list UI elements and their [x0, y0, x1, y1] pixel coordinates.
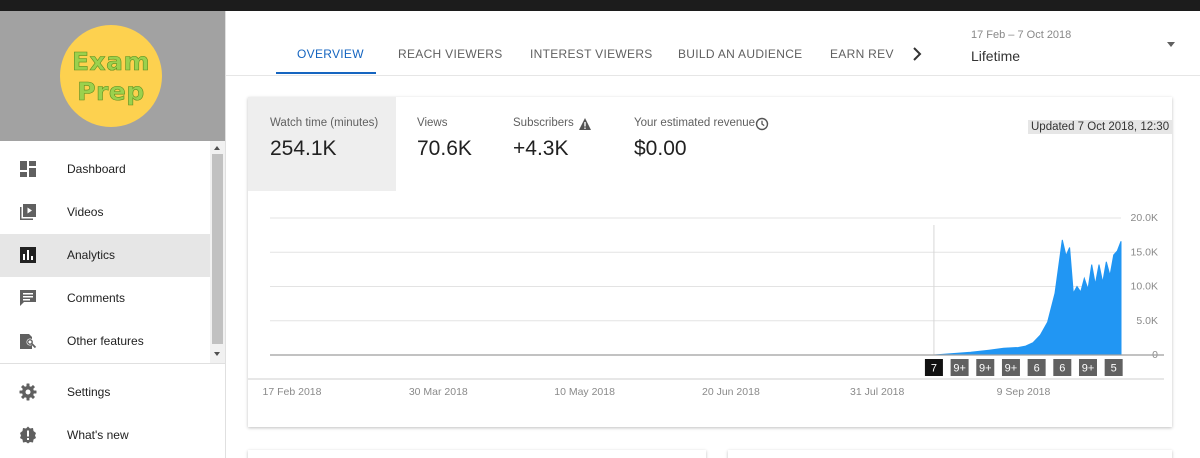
sidebar-item-label: Comments: [67, 291, 126, 305]
chart-svg: 20.0K15.0K10.0K5.0K017 Feb 2018 30 Mar 20…: [248, 212, 1164, 398]
metric-watch-time[interactable]: Watch time (minutes) 254.1K: [248, 97, 396, 191]
window-top-bar: [0, 0, 1200, 11]
event-marker-label: 9+: [1005, 363, 1018, 375]
x-tick-label: 20 Jun 2018: [702, 386, 760, 398]
tab-interest-viewers[interactable]: INTEREST VIEWERS: [530, 47, 653, 61]
event-marker-label: 7: [931, 363, 937, 375]
tab-build-an-audience[interactable]: BUILD AN AUDIENCE: [678, 47, 802, 61]
metric-estimated-revenue[interactable]: Your estimated revenue $0.00: [616, 97, 796, 191]
comment-icon: [20, 290, 36, 306]
event-marker-label: 9+: [979, 363, 992, 375]
sidebar-item-whats-new[interactable]: What's new: [0, 414, 210, 457]
metric-value: +4.3K: [513, 137, 569, 160]
tab-earn-revenue[interactable]: EARN REVE: [830, 40, 894, 61]
channel-logo[interactable]: Exam Prep: [60, 25, 162, 127]
overview-card: Watch time (minutes) 254.1K Views 70.6K …: [248, 97, 1173, 427]
tabs-divider: [226, 75, 1200, 76]
event-marker-label: 6: [1034, 363, 1040, 375]
x-tick-label: 31 Jul 2018: [850, 386, 904, 398]
y-tick-label: 5.0K: [1136, 315, 1158, 327]
event-marker-label: 5: [1111, 363, 1117, 375]
sidebar-item-label: Settings: [67, 385, 111, 399]
watch-time-chart: 20.0K 15.0K 10.0K 5.0K 0 17 Feb 2018 30 Mar 20…: [248, 197, 1172, 407]
sidebar-item-settings[interactable]: Settings: [0, 371, 210, 414]
dashboard-icon: [20, 161, 36, 177]
gear-icon: [19, 383, 37, 401]
metric-value: 70.6K: [417, 137, 472, 160]
event-marker-label: 9+: [953, 363, 966, 375]
sidebar-item-dashboard[interactable]: Dashboard: [0, 148, 210, 191]
active-tab-indicator: [276, 72, 376, 74]
alert-badge-icon: [20, 426, 36, 444]
sidebar-item-videos[interactable]: Videos: [0, 191, 210, 234]
sidebar-item-analytics[interactable]: Analytics: [0, 234, 210, 277]
metric-label: Your estimated revenue: [634, 117, 756, 129]
chevron-right-icon[interactable]: [910, 46, 924, 62]
sidebar-scrollbar-thumb[interactable]: [212, 154, 223, 344]
y-tick-label: 10.0K: [1131, 281, 1158, 293]
sidebar-item-label: Other features: [67, 334, 144, 348]
sidebar-item-other-features[interactable]: Other features: [0, 320, 210, 363]
video-library-icon: [20, 204, 36, 220]
sidebar-divider: [0, 363, 225, 364]
sidebar-item-label: Dashboard: [67, 162, 126, 176]
logo-text-line1: Exam: [71, 47, 151, 77]
metric-label: Watch time (minutes): [270, 117, 379, 129]
x-tick-label: 17 Feb 2018: [263, 386, 322, 398]
tab-reach-viewers[interactable]: REACH VIEWERS: [398, 47, 503, 61]
y-tick-label: 20.0K: [1131, 212, 1158, 224]
metric-label: Views: [417, 117, 448, 129]
sidebar: Exam Prep Dashboard Videos Analytics Com…: [0, 11, 226, 458]
event-marker-label: 9+: [1082, 363, 1095, 375]
y-tick-label: 15.0K: [1131, 246, 1158, 258]
bar-chart-icon: [20, 247, 36, 263]
metric-value: $0.00: [634, 137, 687, 160]
channel-banner: Exam Prep: [0, 11, 225, 141]
other-features-icon: [20, 334, 37, 349]
sidebar-item-label: Analytics: [67, 248, 116, 262]
tab-overview[interactable]: OVERVIEW: [297, 47, 364, 61]
metric-subscribers[interactable]: Subscribers +4.3K: [496, 97, 616, 191]
tab-earn-revenue-clip: EARN REVE: [830, 40, 894, 66]
event-marker-label: 6: [1059, 363, 1065, 375]
warning-icon[interactable]: [578, 117, 592, 131]
series-area: [933, 239, 1122, 356]
x-tick-label: 9 Sep 2018: [997, 386, 1051, 398]
sidebar-item-label: What's new: [67, 428, 129, 442]
scroll-up-arrow-icon[interactable]: [214, 146, 220, 150]
sidebar-item-label: Videos: [67, 205, 104, 219]
bottom-card-left: [248, 450, 706, 458]
x-tick-label: 10 May 2018: [554, 386, 615, 398]
x-tick-label: 30 Mar 2018: [409, 386, 468, 398]
bottom-card-right: [728, 450, 1172, 458]
updated-timestamp: Updated 7 Oct 2018, 12:30: [1028, 120, 1173, 134]
metric-value: 254.1K: [270, 137, 337, 160]
date-range-dates: 17 Feb – 7 Oct 2018: [971, 29, 1072, 41]
logo-text-line2: Prep: [77, 77, 145, 107]
metric-label: Subscribers: [513, 117, 574, 129]
sidebar-item-comments[interactable]: Comments: [0, 277, 210, 320]
clock-icon[interactable]: [755, 117, 769, 131]
date-range-selector[interactable]: Lifetime: [971, 48, 1020, 64]
metric-views[interactable]: Views 70.6K: [396, 97, 496, 191]
chevron-down-icon[interactable]: [1167, 42, 1175, 47]
scroll-down-arrow-icon[interactable]: [214, 352, 220, 356]
